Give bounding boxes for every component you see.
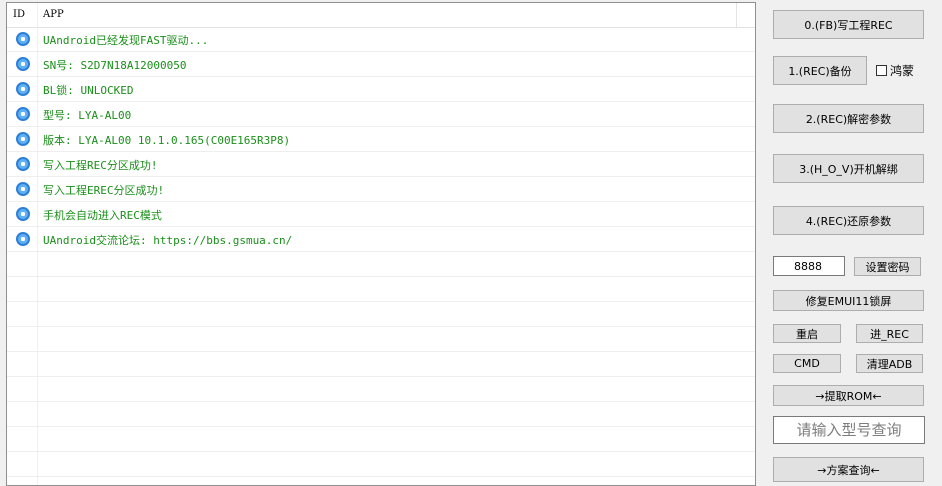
log-text: BL锁: UNLOCKED — [43, 84, 134, 97]
log-text: UAndroid交流论坛: https://bbs.gsmua.cn/ — [43, 234, 293, 247]
empty-row — [7, 477, 755, 485]
hongmeng-checkbox-group[interactable]: 鸿蒙 — [876, 62, 914, 79]
set-password-button[interactable]: 设置密码 — [854, 257, 921, 276]
empty-row — [7, 402, 755, 427]
status-dot-icon — [16, 132, 30, 146]
empty-row — [7, 277, 755, 302]
status-dot-icon — [16, 207, 30, 221]
hov-unbind-button[interactable]: 3.(H_O_V)开机解绑 — [773, 154, 924, 183]
status-dot-icon — [16, 157, 30, 171]
log-text: 写入工程EREC分区成功! — [43, 184, 165, 197]
empty-row — [7, 327, 755, 352]
enter-rec-button[interactable]: 进_REC — [856, 324, 923, 343]
log-list[interactable]: ID APP UAndroid已经发现FAST驱动... SN号: S2D7N1… — [6, 2, 756, 486]
rec-backup-button[interactable]: 1.(REC)备份 — [773, 56, 867, 85]
rec-restore-params-button[interactable]: 4.(REC)还原参数 — [773, 206, 924, 235]
empty-row — [7, 302, 755, 327]
extract-rom-button[interactable]: →提取ROM← — [773, 385, 924, 406]
list-item[interactable]: BL锁: UNLOCKED — [7, 77, 755, 102]
list-item[interactable]: UAndroid已经发现FAST驱动... — [7, 27, 755, 52]
cmd-button[interactable]: CMD — [773, 354, 841, 373]
reboot-button[interactable]: 重启 — [773, 324, 841, 343]
status-dot-icon — [16, 107, 30, 121]
status-dot-icon — [16, 182, 30, 196]
empty-row — [7, 377, 755, 402]
log-text: 写入工程REC分区成功! — [43, 159, 158, 172]
empty-row — [7, 452, 755, 477]
column-header-id[interactable]: ID — [13, 9, 25, 20]
log-text: UAndroid已经发现FAST驱动... — [43, 34, 209, 47]
list-item[interactable]: 版本: LYA-AL00 10.1.0.165(C00E165R3P8) — [7, 127, 755, 152]
status-dot-icon — [16, 57, 30, 71]
empty-row — [7, 427, 755, 452]
log-text: 版本: LYA-AL00 10.1.0.165(C00E165R3P8) — [43, 134, 291, 147]
hongmeng-checkbox[interactable] — [876, 65, 887, 76]
log-text: 型号: LYA-AL00 — [43, 109, 132, 122]
list-item[interactable]: 写入工程EREC分区成功! — [7, 177, 755, 202]
fix-emui11-lockscreen-button[interactable]: 修复EMUI11锁屏 — [773, 290, 924, 311]
column-header-app[interactable]: APP — [43, 9, 64, 20]
list-item[interactable]: 写入工程REC分区成功! — [7, 152, 755, 177]
status-dot-icon — [16, 232, 30, 246]
scheme-query-button[interactable]: →方案查询← — [773, 457, 924, 482]
list-item[interactable]: 手机会自动进入REC模式 — [7, 202, 755, 227]
fb-write-rec-button[interactable]: 0.(FB)写工程REC — [773, 10, 924, 39]
empty-row — [7, 352, 755, 377]
log-text: SN号: S2D7N18A12000050 — [43, 59, 187, 72]
hongmeng-label: 鸿蒙 — [890, 64, 915, 78]
log-text: 手机会自动进入REC模式 — [43, 209, 162, 222]
header-divider — [736, 3, 737, 27]
status-dot-icon — [16, 82, 30, 96]
empty-row — [7, 252, 755, 277]
clear-adb-button[interactable]: 清理ADB — [856, 354, 923, 373]
log-header: ID APP — [7, 3, 755, 28]
status-dot-icon — [16, 32, 30, 46]
model-query-input[interactable] — [773, 416, 925, 444]
rec-decrypt-params-button[interactable]: 2.(REC)解密参数 — [773, 104, 924, 133]
log-rows: UAndroid已经发现FAST驱动... SN号: S2D7N18A12000… — [7, 27, 755, 485]
list-item[interactable]: SN号: S2D7N18A12000050 — [7, 52, 755, 77]
list-item[interactable]: UAndroid交流论坛: https://bbs.gsmua.cn/ — [7, 227, 755, 252]
password-input[interactable] — [773, 256, 845, 276]
list-item[interactable]: 型号: LYA-AL00 — [7, 102, 755, 127]
